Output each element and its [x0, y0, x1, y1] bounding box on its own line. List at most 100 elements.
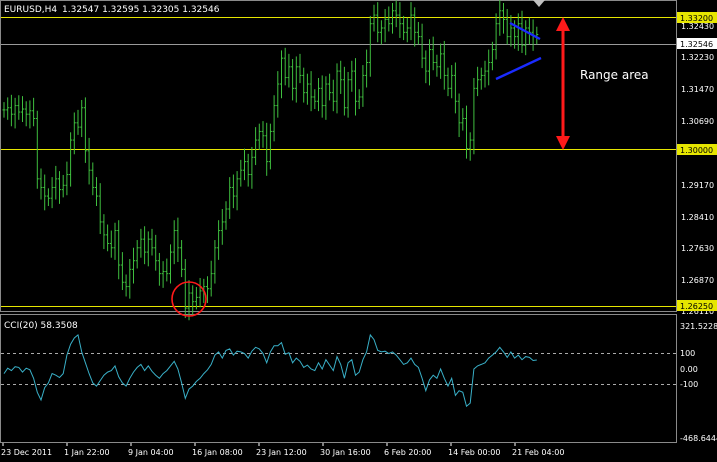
price-bar [180, 240, 184, 278]
price-bar [54, 165, 58, 200]
cci-min-label: -468.6444 [680, 434, 717, 443]
price-bar [331, 79, 335, 112]
price-bar [224, 201, 228, 230]
price-bar [457, 93, 461, 138]
price-bar [439, 43, 443, 79]
price-bar [494, 13, 498, 60]
price-bar [146, 231, 150, 267]
price-bar [428, 39, 431, 86]
price-bar [157, 252, 161, 286]
price-bar [50, 177, 54, 209]
price-bar [83, 97, 87, 163]
price-bar [32, 97, 36, 127]
price-tick: 1.26870 [681, 276, 714, 285]
time-label: 9 Jan 04:00 [128, 448, 174, 457]
price-bar [143, 226, 147, 265]
price-bar [361, 65, 365, 107]
shift-marker-icon[interactable] [533, 0, 545, 7]
price-bar [280, 50, 283, 99]
price-tick: 1.31470 [681, 85, 714, 94]
price-bar [442, 40, 446, 90]
price-bar [472, 78, 476, 155]
price-bar [61, 174, 65, 198]
price-bar [379, 20, 383, 45]
price-bar [465, 105, 468, 159]
cci-level-label: 0.00 [680, 365, 698, 374]
triangle-lower-trendline[interactable] [495, 56, 542, 81]
price-bar [228, 177, 232, 219]
time-label: 21 Feb 04:00 [512, 448, 564, 457]
price-bar [102, 214, 106, 250]
price-bar [320, 75, 324, 118]
cci-axis: 321.5228 100 0.00 -100 -468.6444 [680, 322, 717, 443]
price-bar [383, 9, 387, 43]
price-bar [239, 159, 243, 187]
price-bar [339, 60, 343, 94]
price-bar [276, 71, 280, 118]
price-bar [98, 183, 102, 234]
price-bar [257, 123, 261, 150]
price-bar [487, 49, 491, 86]
price-bar [387, 6, 391, 32]
price-bar [198, 277, 202, 308]
price-bar [420, 23, 424, 69]
price-bar [254, 127, 258, 166]
price-bar [461, 108, 465, 131]
price-bar [132, 247, 135, 284]
level-label-lower: 1.26250 [680, 302, 713, 311]
price-bar [416, 21, 420, 45]
price-bar [183, 258, 187, 319]
price-bar [402, 15, 406, 41]
time-label: 16 Jan 08:00 [192, 448, 243, 457]
price-bar [509, 15, 513, 47]
price-bar [398, 2, 402, 38]
price-bar [91, 162, 95, 196]
price-bar [117, 220, 121, 280]
price-bar [13, 97, 17, 129]
price-bar [476, 66, 480, 97]
trading-chart[interactable]: Range area EURUSD,H4 1.32547 1.32595 1.3… [0, 0, 717, 462]
price-bar [39, 168, 43, 200]
cci-level-label: 100 [680, 349, 695, 358]
price-bar [405, 17, 409, 43]
price-tick: 1.27630 [681, 244, 714, 253]
price-bar [502, 3, 505, 34]
price-bar [335, 63, 339, 114]
price-bar [261, 121, 265, 148]
cci-line [3, 333, 537, 408]
price-bar [2, 102, 6, 118]
price-bar [209, 260, 213, 297]
price-bar [524, 20, 528, 56]
price-bar [391, 3, 394, 34]
price-tick: 1.32430 [681, 22, 714, 31]
price-bar [368, 15, 372, 77]
price-bar [372, 4, 376, 32]
price-bar [76, 109, 80, 135]
price-bar [490, 41, 494, 71]
price-bar [9, 94, 13, 127]
price-bar [450, 65, 454, 99]
price-bar [298, 53, 302, 84]
price-bar [468, 132, 472, 161]
price-bar [357, 89, 361, 110]
price-bar [317, 78, 320, 112]
range-arrow[interactable] [556, 17, 570, 150]
price-bar [65, 161, 69, 196]
price-bar [527, 17, 531, 45]
range-area-label: Range area [580, 68, 649, 82]
price-bar [80, 99, 84, 138]
price-bar [135, 240, 139, 269]
price-bar [217, 220, 221, 260]
price-bar [58, 171, 61, 204]
price-bar [220, 209, 224, 245]
price-axis: 1.32430 1.32230 1.31470 1.30690 1.29170 … [681, 22, 714, 316]
price-bars [2, 0, 539, 321]
price-bar [87, 137, 91, 185]
price-bar [424, 50, 428, 84]
price-bar [346, 71, 350, 118]
price-bar [246, 153, 250, 187]
price-bar [43, 174, 47, 211]
price-bar [354, 58, 357, 116]
price-bar [483, 60, 487, 88]
price-bar [365, 49, 369, 88]
